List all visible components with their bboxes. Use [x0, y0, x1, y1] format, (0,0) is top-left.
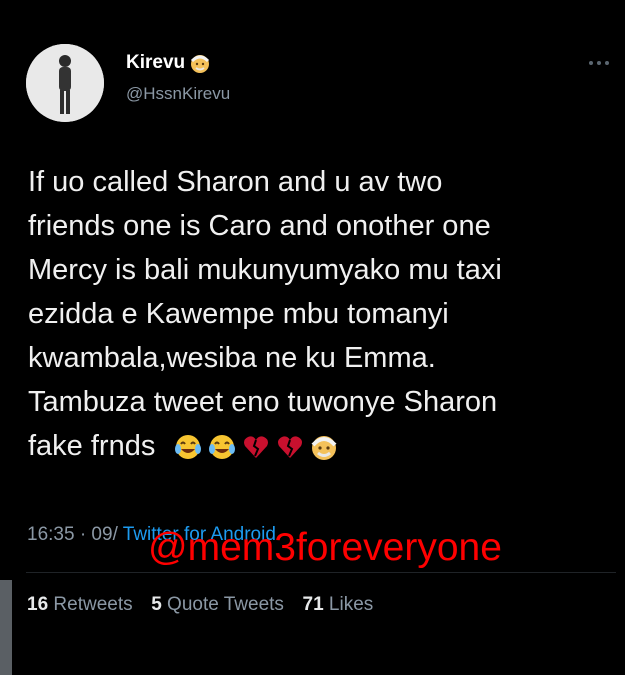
- retweets-label: Retweets: [53, 594, 133, 615]
- broken-heart-emoji-icon: [278, 436, 303, 459]
- retweets-stat[interactable]: 16 Retweets: [27, 594, 138, 615]
- tweet-text-line: fake frnds: [28, 430, 156, 462]
- old-man-emoji-icon: [311, 436, 337, 461]
- tears-of-joy-emoji-icon: [209, 435, 236, 460]
- tweet-text-line: Mercy is bali mukunyumyako mu taxi: [28, 254, 502, 286]
- left-edge-strip: [0, 580, 12, 675]
- more-options-icon[interactable]: [586, 58, 612, 68]
- person-silhouette-icon: [26, 44, 104, 122]
- tweet-emojis: [173, 432, 339, 462]
- retweets-count: 16: [27, 594, 49, 615]
- tweet-text-line: kwambala,wesiba ne ku Emma.: [28, 342, 436, 374]
- avatar[interactable]: [26, 44, 104, 122]
- quotes-label: Quote Tweets: [167, 594, 284, 615]
- broken-heart-emoji-icon: [244, 436, 269, 459]
- likes-label: Likes: [328, 594, 374, 615]
- quotes-count: 5: [151, 594, 162, 615]
- tweet-timestamp[interactable]: 16:35 · 09/: [27, 524, 118, 545]
- tweet-text-line: If uo called Sharon and u av two: [28, 166, 443, 198]
- watermark: @mem3foreveryone: [148, 526, 502, 569]
- old-man-emoji-icon: [191, 55, 210, 73]
- author-display-name[interactable]: Kirevu: [126, 52, 211, 74]
- tweet-text-line: friends one is Caro and onother one: [28, 210, 491, 242]
- likes-stat[interactable]: 71 Likes: [303, 594, 374, 615]
- display-name-text: Kirevu: [126, 52, 186, 73]
- tweet-text-line: ezidda e Kawempe mbu tomanyi: [28, 298, 449, 330]
- tweet-text-last-line: fake frnds: [28, 424, 608, 468]
- tweet-stats: 16 Retweets 5 Quote Tweets 71 Likes: [27, 594, 373, 616]
- tweet-text-line: Tambuza tweet eno tuwonye Sharon: [28, 386, 498, 418]
- quotes-stat[interactable]: 5 Quote Tweets: [151, 594, 289, 615]
- tears-of-joy-emoji-icon: [175, 435, 202, 460]
- tweet-text: If uo called Sharon and u av two friends…: [28, 160, 608, 468]
- divider: [26, 572, 616, 573]
- author-handle[interactable]: @HssnKirevu: [126, 84, 230, 104]
- likes-count: 71: [302, 594, 324, 615]
